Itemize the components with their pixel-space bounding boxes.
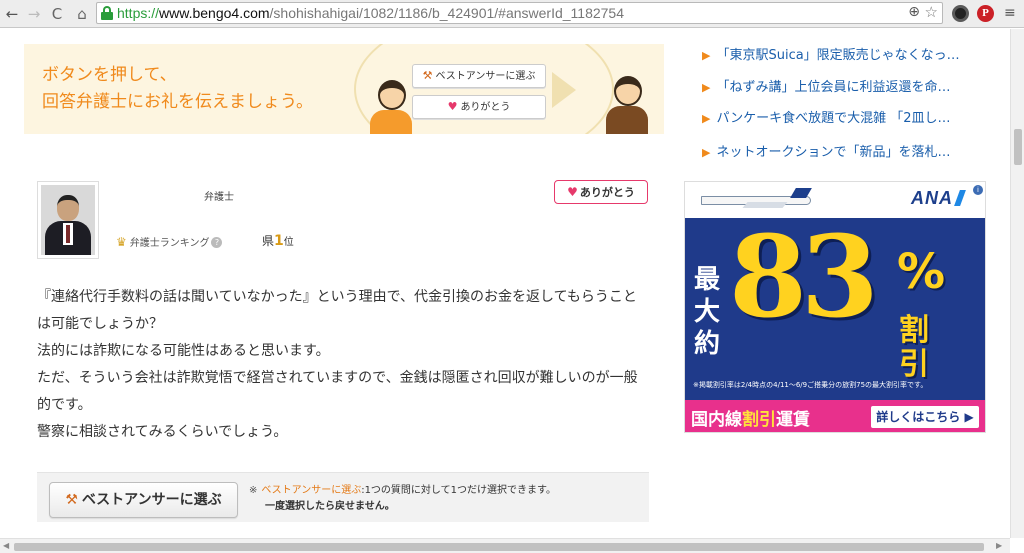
ana-advertisement[interactable]: ANA i 最大約 83 % 割引 ※掲載割引率は2/4時点の4/11〜6/9ご… xyxy=(684,181,986,433)
best-answer-button-label: ベストアンサーに選ぶ xyxy=(81,492,222,508)
promo-thanks-label: ありがとう xyxy=(460,102,511,113)
chevron-right-icon: ▶ xyxy=(702,49,711,62)
lock-icon xyxy=(101,6,113,20)
ad-footer-pre: 国内線 xyxy=(691,410,742,430)
ranking-label-text: 弁護士ランキング xyxy=(129,238,210,249)
ad-main-panel: 最大約 83 % 割引 ※掲載割引率は2/4時点の4/11〜6/9ご搭乗分の旅割… xyxy=(685,212,985,400)
ana-logo: ANA xyxy=(911,188,953,208)
logo-stripe xyxy=(954,190,966,206)
crown-icon: ♛ xyxy=(116,235,127,249)
answer-paragraph: 法的には詐欺になる可能性はあると思います。 xyxy=(37,343,330,359)
ad-discount-number: 83 xyxy=(729,212,879,343)
arrow-icon xyxy=(552,72,576,108)
avatar-photo xyxy=(41,185,95,255)
browser-menu-icon[interactable]: ≡ xyxy=(1004,5,1018,21)
answer-paragraph: ただ、そういう会社は詐欺覚悟で経営されていますので、金銭は隠匿され回収が難しいの… xyxy=(37,370,638,413)
ad-discount-label: 割引 xyxy=(899,314,929,382)
thanks-promo-banner: ボタンを押して、 回答弁護士にお礼を伝えましょう。 ⚒ ベストアンサーに選ぶ ♥ あ… xyxy=(24,44,664,134)
scroll-right-icon[interactable]: ▶ xyxy=(996,541,1002,550)
user-illustration xyxy=(368,80,414,134)
horizontal-scrollbar[interactable]: ◀ ▶ xyxy=(0,538,1010,553)
heart-icon: ♥ xyxy=(567,185,578,199)
url-text[interactable]: https://www.bengo4.com/shohishahigai/108… xyxy=(117,5,624,21)
thanks-button[interactable]: ♥ ありがとう xyxy=(554,180,648,204)
ranking-position: 県1位 xyxy=(262,232,294,249)
browser-toolbar: ← → C ⌂ https://www.bengo4.com/shohishah… xyxy=(0,0,1024,28)
promo-thanks-sample: ♥ ありがとう xyxy=(412,95,546,119)
airplane-icon xyxy=(701,188,812,208)
news-item[interactable]: ▶ 「ねずみ講」上位会員に利益返還を命… xyxy=(702,76,992,95)
heart-icon: ♥ xyxy=(447,100,458,113)
pinterest-icon[interactable]: P xyxy=(977,5,994,22)
vertical-scrollbar[interactable] xyxy=(1010,29,1024,538)
promo-text: ボタンを押して、 回答弁護士にお礼を伝えましょう。 xyxy=(42,62,313,116)
ad-discount-char-1: 割 xyxy=(899,313,929,348)
news-item-label: ネットオークションで「新品」を落札… xyxy=(716,145,951,160)
chevron-right-icon: ▶ xyxy=(702,112,711,125)
chevron-right-icon: ▶ xyxy=(702,81,711,94)
promo-best-answer-label: ベストアンサーに選ぶ xyxy=(435,71,536,82)
note-text: :1つの質問に対して1つだけ選択できます。 xyxy=(361,485,556,496)
vertical-scrollbar-thumb[interactable] xyxy=(1014,129,1022,165)
gavel-icon: ⚒ xyxy=(65,492,78,508)
best-answer-button[interactable]: ⚒ ベストアンサーに選ぶ xyxy=(49,482,238,518)
url-scheme: https:// xyxy=(117,5,160,21)
news-item[interactable]: ▶ パンケーキ食べ放題で大混雑 「2皿し… xyxy=(702,107,992,126)
ad-footer-text: 国内線割引運賃 xyxy=(691,405,810,430)
best-answer-note: ※ ベストアンサーに選ぶ:1つの質問に対して1つだけ選択できます。 一度選択したら… xyxy=(249,483,556,515)
news-item-label: 「東京駅Suica」限定販売じゃなくなっ… xyxy=(716,48,960,63)
lawyer-title: 弁護士 xyxy=(204,192,234,203)
forward-button[interactable]: → xyxy=(24,4,44,24)
extension-icon[interactable] xyxy=(952,5,969,22)
lawyer-avatar[interactable] xyxy=(37,181,99,259)
promo-line-1: ボタンを押して、 xyxy=(42,65,177,85)
bookmark-star-icon[interactable]: ☆ xyxy=(925,3,938,21)
help-icon[interactable]: ? xyxy=(211,237,223,248)
chevron-right-icon: ▶ xyxy=(702,146,711,159)
back-button[interactable]: ← xyxy=(2,4,22,24)
best-answer-box: ⚒ ベストアンサーに選ぶ ※ ベストアンサーに選ぶ:1つの質問に対して1つだけ選択で… xyxy=(37,472,649,522)
ad-footer: 国内線割引運賃 詳しくはこちら ▶ xyxy=(685,400,985,432)
promo-best-answer-sample: ⚒ ベストアンサーに選ぶ xyxy=(412,64,546,88)
thanks-button-label: ありがとう xyxy=(579,186,635,199)
scroll-left-icon[interactable]: ◀ xyxy=(3,541,9,550)
horizontal-scrollbar-thumb[interactable] xyxy=(14,543,984,551)
zoom-icon[interactable]: ⊕ xyxy=(908,4,920,20)
ad-fine-print: ※掲載割引率は2/4時点の4/11〜6/9ご搭乗分の旅割75の最大割引率です。 xyxy=(693,381,928,389)
news-item[interactable]: ▶ 「東京駅Suica」限定販売じゃなくなっ… xyxy=(702,44,992,63)
answer-paragraph: 警察に相談されてみるくらいでしょう。 xyxy=(37,424,288,440)
best-answer-help-link[interactable]: ベストアンサーに選ぶ xyxy=(261,485,361,496)
lawyer-illustration xyxy=(604,76,650,134)
ad-info-icon[interactable]: i xyxy=(973,185,983,195)
promo-line-2: 回答弁護士にお礼を伝えましょう。 xyxy=(42,92,313,112)
rank-number: 1 xyxy=(274,233,284,249)
rank-prefix: 県 xyxy=(262,234,275,248)
ad-footer-highlight: 割引 xyxy=(742,410,776,430)
ad-discount-char-2: 引 xyxy=(899,347,929,382)
gavel-icon: ⚒ xyxy=(422,69,433,82)
home-button[interactable]: ⌂ xyxy=(72,4,92,24)
ad-vertical-text: 最大約 xyxy=(693,265,720,359)
ad-footer-post: 運賃 xyxy=(776,410,810,430)
answer-paragraph: 『連絡代行手数料の話は聞いていなかった』という理由で、代金引換のお金を返してもら… xyxy=(37,289,637,332)
note-warning: 一度選択したら戻せません。 xyxy=(265,501,395,512)
url-path: /shohishahigai/1082/1186/b_424901/#answe… xyxy=(269,5,624,21)
answer-body: 『連絡代行手数料の話は聞いていなかった』という理由で、代金引換のお金を返してもら… xyxy=(37,284,649,446)
reload-button[interactable]: C xyxy=(47,4,67,24)
note-mark: ※ xyxy=(249,485,258,496)
rank-suffix: 位 xyxy=(283,237,294,248)
address-bar[interactable]: https://www.bengo4.com/shohishahigai/108… xyxy=(96,2,943,24)
url-host: www.bengo4.com xyxy=(159,5,270,21)
ad-details-button[interactable]: 詳しくはこちら ▶ xyxy=(871,406,979,428)
news-item-label: パンケーキ食べ放題で大混雑 「2皿し… xyxy=(716,111,951,126)
lawyer-ranking-label: ♛ 弁護士ランキング? xyxy=(116,234,223,249)
ad-percent-sign: % xyxy=(897,244,946,300)
news-item[interactable]: ▶ ネットオークションで「新品」を落札… xyxy=(702,141,992,160)
news-item-label: 「ねずみ講」上位会員に利益返還を命… xyxy=(716,80,951,95)
